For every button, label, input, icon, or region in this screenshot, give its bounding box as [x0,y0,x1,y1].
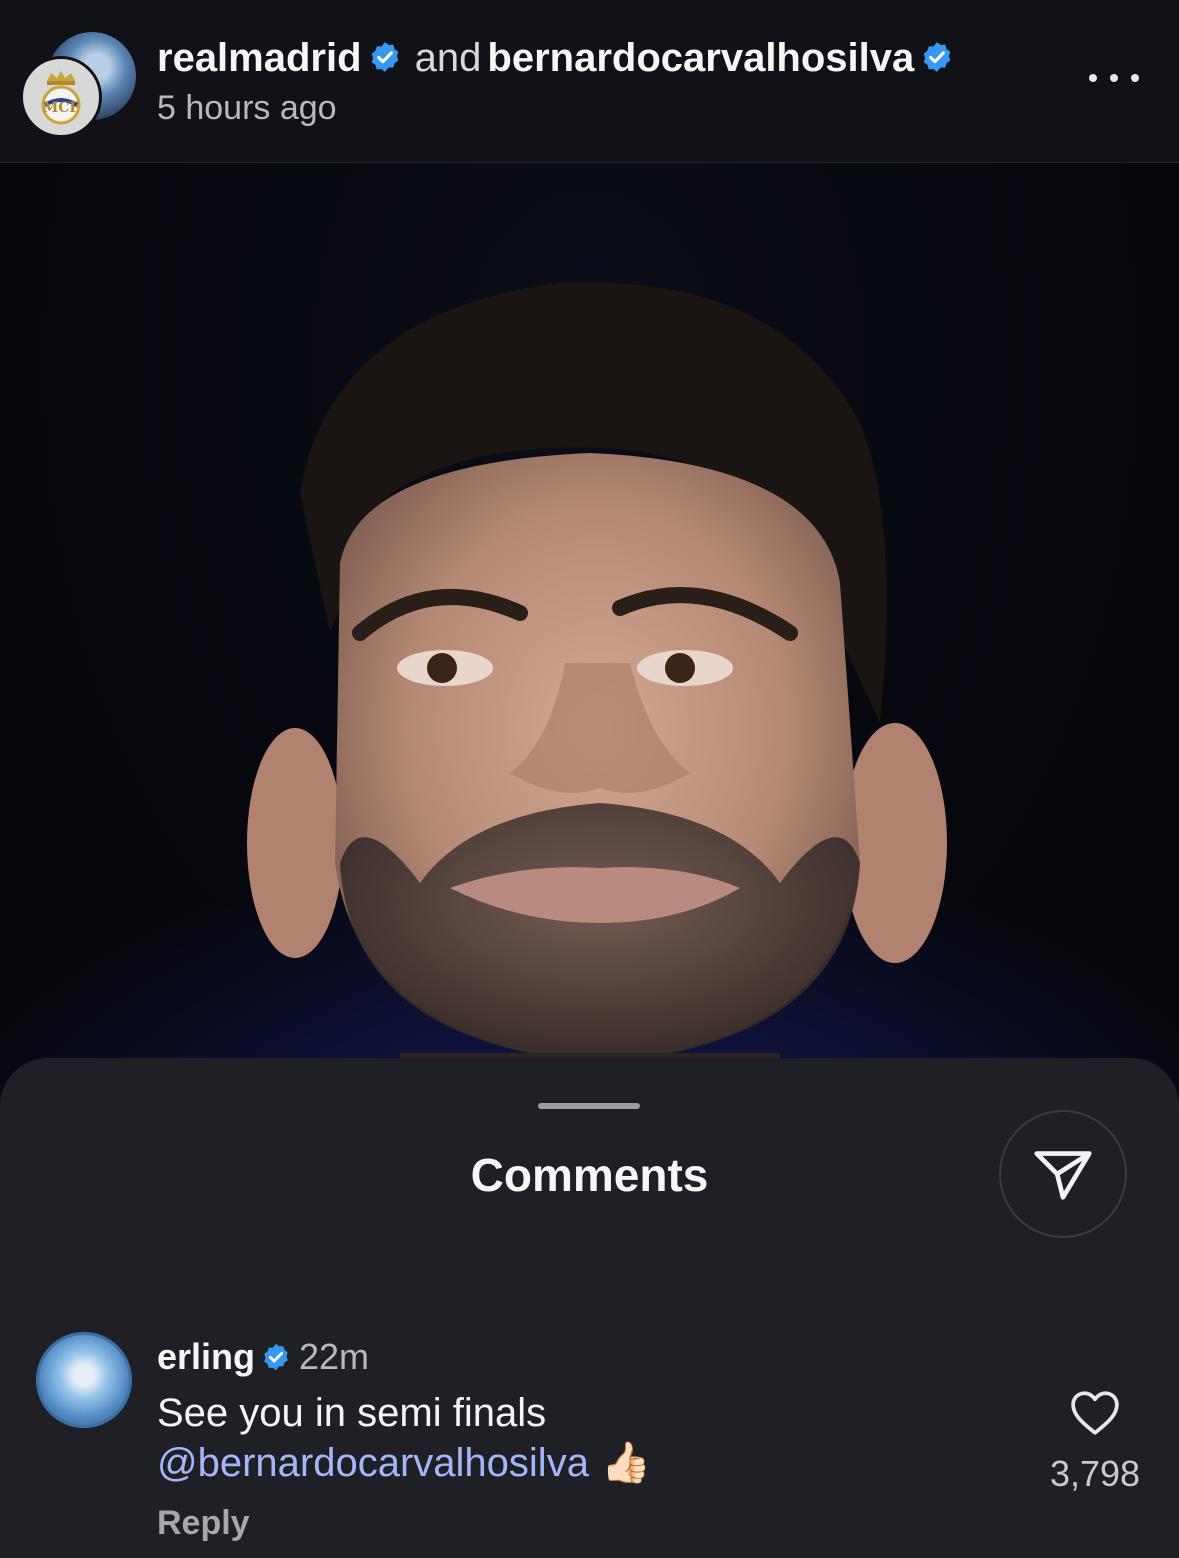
real-madrid-crest-icon: MCF [41,71,81,125]
portrait-illustration [247,282,947,1163]
sheet-grabber[interactable] [538,1103,640,1109]
post-header: MCF realmadrid and bernardocarvalhosilva … [0,0,1179,163]
reply-button[interactable]: Reply [157,1504,250,1543]
comment-username[interactable]: erling [157,1336,255,1377]
collab-avatars[interactable]: MCF [20,30,136,138]
comment-avatar[interactable] [36,1332,132,1428]
comment-item: erling 22m See you in semi finals @bernar… [0,1328,1179,1558]
verified-badge-icon [261,1339,291,1381]
comment-header: erling 22m [157,1336,369,1381]
share-send-icon [1034,1151,1092,1200]
svg-text:MCF: MCF [43,100,80,116]
share-button[interactable] [999,1110,1127,1238]
heart-icon [1071,1391,1119,1435]
thumbs-up-emoji: 👍🏻 [600,1441,651,1485]
header-text: realmadrid and bernardocarvalhosilva 5 ho… [157,34,954,128]
like-button[interactable]: 3,798 [1045,1390,1145,1495]
username-bernardocarvalhosilva[interactable]: bernardocarvalhosilva [487,36,914,80]
more-dot [1110,74,1118,82]
conjunction-text: and [414,36,482,80]
more-dot [1131,74,1139,82]
post-image[interactable] [0,163,1179,1163]
comment-body: See you in semi finals @bernardocarvalho… [157,1388,651,1488]
post-timestamp: 5 hours ago [157,89,337,127]
verified-badge-icon [920,37,954,85]
verified-badge-icon [368,37,402,85]
comments-sheet: Comments erling 22m See you in semi final… [0,1058,1179,1558]
more-dot [1089,74,1097,82]
comment-mention[interactable]: @bernardocarvalhosilva [157,1441,589,1485]
username-realmadrid[interactable]: realmadrid [157,36,362,80]
avatar-realmadrid[interactable]: MCF [20,56,102,138]
comment-text: See you in semi finals [157,1391,547,1435]
collab-authors: realmadrid and bernardocarvalhosilva [157,34,954,85]
like-count: 3,798 [1049,1453,1141,1494]
more-options-icon[interactable] [1089,68,1139,88]
comment-timestamp: 22m [299,1336,370,1377]
